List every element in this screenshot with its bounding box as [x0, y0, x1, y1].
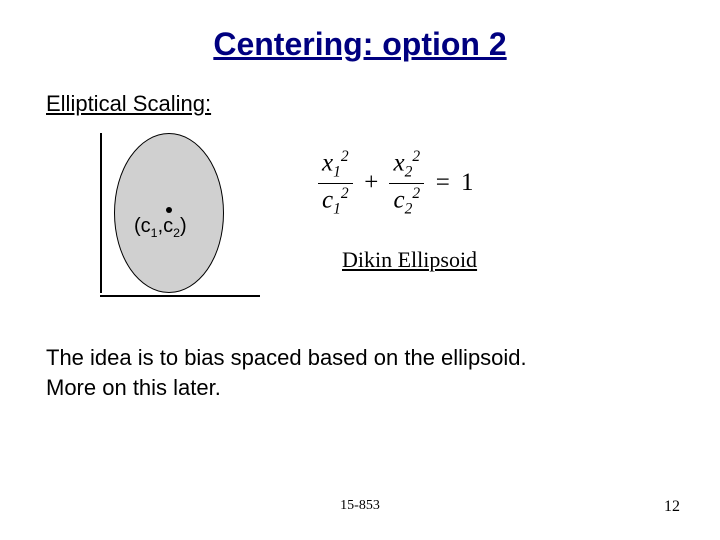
ellipse-equation: x12 c12 + x22 c22 = 1 — [318, 149, 477, 217]
sub-2: 2 — [173, 226, 180, 240]
center-point-label: (c1,c2) — [134, 215, 187, 240]
equals-sign: = — [434, 169, 451, 197]
fraction-1: x12 c12 — [318, 149, 353, 217]
y-axis — [100, 133, 102, 293]
x-axis — [100, 295, 260, 297]
sub-1: 1 — [151, 226, 158, 240]
numerator-2: x22 — [389, 149, 424, 181]
frac-bar-2 — [389, 183, 424, 184]
var-c2: c — [163, 215, 173, 237]
center-point-dot — [166, 207, 172, 213]
equation-column: x12 c12 + x22 c22 = 1 Dikin Ellipsoid — [318, 139, 477, 273]
paren-open: ( — [134, 215, 141, 237]
dikin-label: Dikin Ellipsoid — [342, 247, 477, 273]
denominator-2: c22 — [389, 186, 424, 218]
frac-bar-1 — [318, 183, 353, 184]
numerator-1: x12 — [318, 149, 353, 181]
paren-close: ) — [180, 215, 187, 237]
section-heading: Elliptical Scaling: — [46, 91, 674, 117]
figure-row: (c1,c2) x12 c12 + x22 c22 = 1 Dikin Elli — [86, 139, 674, 299]
fraction-2: x22 c22 — [389, 149, 424, 217]
footer-page-number: 12 — [664, 498, 680, 516]
slide-title: Centering: option 2 — [46, 26, 674, 63]
denominator-1: c12 — [318, 186, 353, 218]
body-text: The idea is to bias spaced based on the … — [46, 343, 674, 402]
footer-course-number: 15-853 — [0, 498, 720, 514]
slide: Centering: option 2 Elliptical Scaling: … — [0, 0, 720, 540]
body-line-1: The idea is to bias spaced based on the … — [46, 343, 674, 373]
rhs-one: 1 — [461, 169, 474, 197]
ellipse-diagram: (c1,c2) — [86, 139, 256, 299]
body-line-2: More on this later. — [46, 373, 674, 403]
ellipse-shape — [114, 133, 224, 293]
plus-sign: + — [363, 169, 380, 197]
var-c: c — [141, 215, 151, 237]
